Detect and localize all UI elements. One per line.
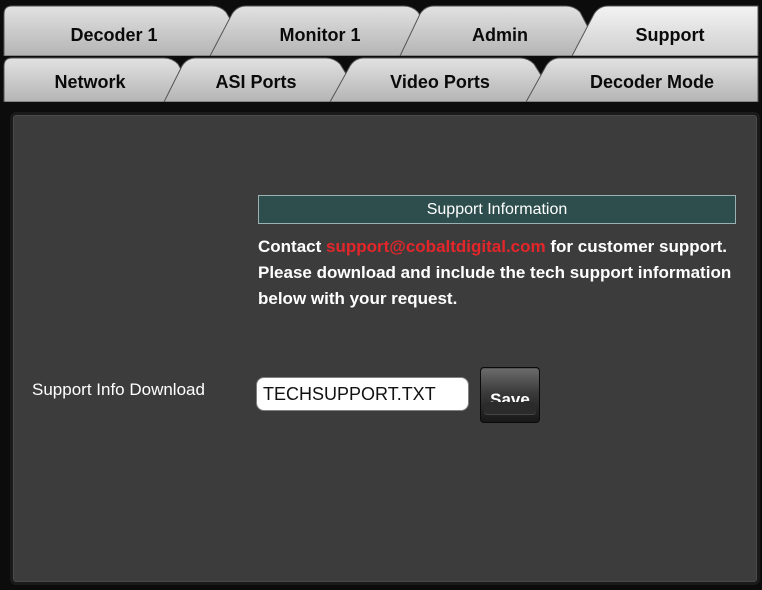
contact-text: Contact support@cobaltdigital.com for cu… xyxy=(258,234,738,312)
tab-monitor1[interactable]: Monitor 1 xyxy=(280,25,361,46)
app-frame: Decoder 1 Monitor 1 Admin Support Networ… xyxy=(0,0,762,590)
tab-network[interactable]: Network xyxy=(54,72,125,93)
tab-asi-ports[interactable]: ASI Ports xyxy=(215,72,296,93)
tab-admin[interactable]: Admin xyxy=(472,25,528,46)
content-panel xyxy=(10,112,760,585)
support-info-download-label: Support Info Download xyxy=(32,380,205,399)
tab-decoder1[interactable]: Decoder 1 xyxy=(70,25,157,46)
support-email-link[interactable]: support@cobaltdigital.com xyxy=(326,237,546,256)
secondary-tab-bar: Network ASI Ports Video Ports Decoder Mo… xyxy=(0,56,762,102)
contact-prefix: Contact xyxy=(258,237,326,256)
save-button-shine xyxy=(484,402,536,414)
support-filename-input[interactable] xyxy=(256,377,469,411)
primary-tab-bar: Decoder 1 Monitor 1 Admin Support xyxy=(0,0,762,56)
save-button[interactable]: Save xyxy=(480,367,540,423)
section-header-support-information: Support Information xyxy=(258,195,736,224)
tab-support[interactable]: Support xyxy=(636,25,705,46)
tab-video-ports[interactable]: Video Ports xyxy=(390,72,490,93)
tab-decoder-mode[interactable]: Decoder Mode xyxy=(590,72,714,93)
